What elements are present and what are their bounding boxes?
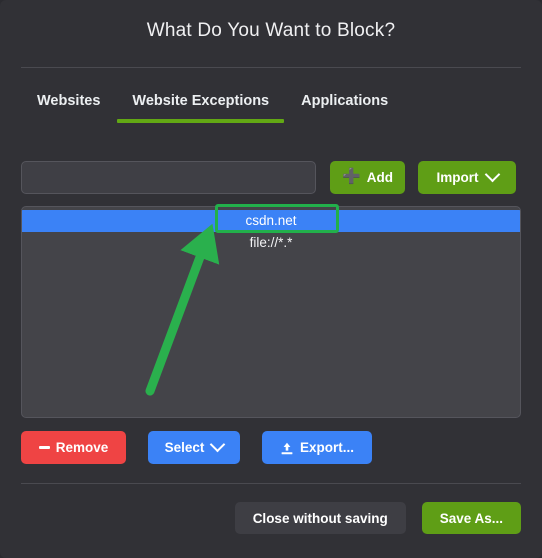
list-item-label: csdn.net — [245, 213, 297, 228]
block-settings-dialog: What Do You Want to Block? Websites Webs… — [0, 0, 542, 558]
dialog-footer: Close without saving Save As... — [234, 502, 521, 534]
plus-icon: ➕ — [342, 168, 361, 185]
list-item-label: file://*.* — [249, 235, 293, 250]
tab-bar: Websites Website Exceptions Applications — [21, 93, 404, 123]
save-as-button[interactable]: Save As... — [421, 502, 521, 534]
page-title: What Do You Want to Block? — [146, 20, 396, 41]
footer-divider — [21, 483, 521, 484]
tab-applications-label: Applications — [301, 93, 389, 109]
chevron-down-icon — [210, 436, 226, 453]
close-without-saving-button[interactable]: Close without saving — [234, 502, 406, 534]
add-button-label: Add — [366, 170, 393, 185]
tab-website-exceptions-label: Website Exceptions — [132, 93, 270, 109]
tab-applications[interactable]: Applications — [285, 93, 404, 123]
list-item[interactable]: file://*.* — [22, 232, 520, 254]
tab-underline-active — [117, 119, 285, 123]
chevron-down-icon — [484, 166, 500, 183]
save-as-button-label: Save As... — [439, 510, 503, 526]
select-button[interactable]: Select — [148, 431, 240, 464]
header-divider — [21, 67, 521, 68]
list-actions: Remove Select Export... — [21, 431, 372, 464]
select-button-label: Select — [164, 440, 205, 455]
remove-button-label: Remove — [55, 440, 109, 455]
tab-websites[interactable]: Websites — [21, 93, 116, 123]
close-button-label: Close without saving — [252, 510, 388, 526]
tab-websites-label: Websites — [37, 93, 101, 109]
add-button[interactable]: ➕ Add — [330, 161, 405, 194]
tab-website-exceptions[interactable]: Website Exceptions — [116, 93, 285, 123]
entry-toolbar: ➕ Add Import — [21, 161, 521, 194]
list-item[interactable]: csdn.net — [22, 210, 520, 232]
import-button-label: Import — [436, 170, 479, 185]
upload-icon — [280, 442, 294, 456]
export-button-label: Export... — [299, 440, 354, 455]
import-button[interactable]: Import — [418, 161, 516, 194]
exception-input[interactable] — [21, 161, 316, 194]
remove-button[interactable]: Remove — [21, 431, 126, 464]
exceptions-list[interactable]: csdn.net file://*.* — [21, 206, 521, 418]
minus-icon — [38, 446, 50, 449]
export-button[interactable]: Export... — [262, 431, 372, 464]
